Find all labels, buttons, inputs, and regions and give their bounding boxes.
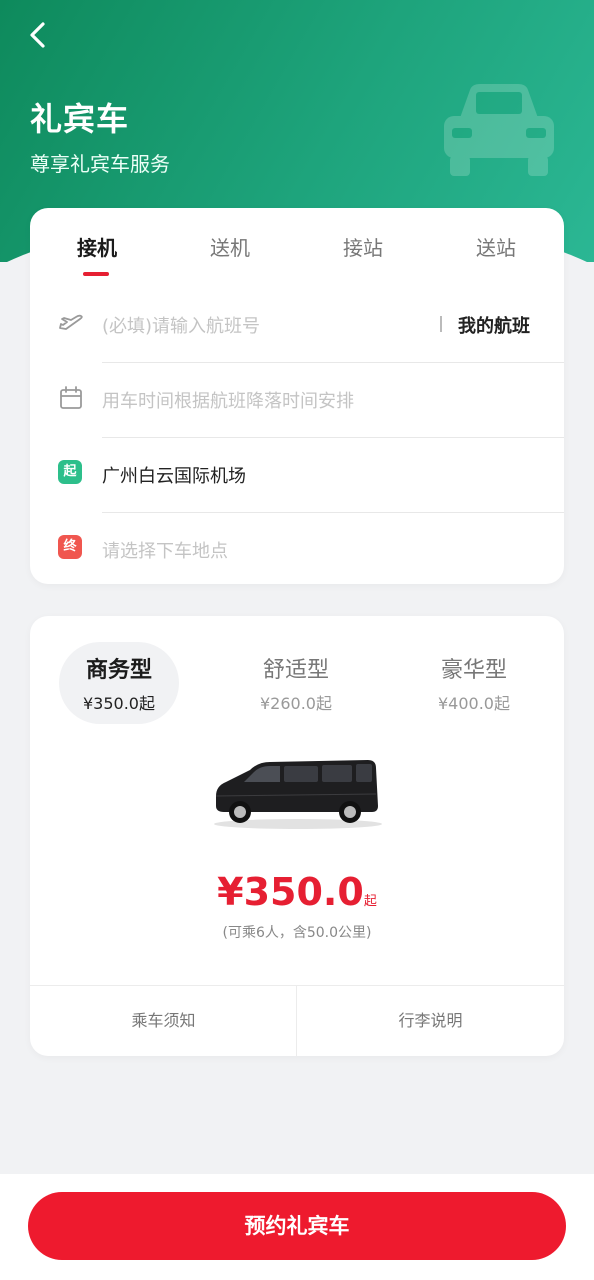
back-button[interactable] [22,18,56,52]
my-flight-button[interactable]: 我的航班 [458,312,530,338]
car-type-business[interactable]: 商务型 ¥350.0起 [59,642,179,724]
page-title: 礼宾车 [30,100,130,138]
car-type-price: ¥260.0起 [260,694,332,713]
flight-number-row[interactable]: (必填)请输入航班号 我的航班 [30,288,564,363]
end-badge-icon: 终 [58,535,82,559]
start-location-value[interactable]: 广州白云国际机场 [102,462,246,488]
tab-station-pickup[interactable]: 接站 [296,232,430,261]
end-location-input[interactable]: 请选择下车地点 [102,537,228,563]
start-badge-icon: 起 [58,460,82,484]
car-type-comfort[interactable]: 舒适型 ¥260.0起 [236,642,356,724]
calendar-icon [60,386,82,409]
start-location-row[interactable]: 起 广州白云国际机场 [30,438,564,513]
tab-bar: 接机 送机 接站 送站 [30,208,564,288]
car-type-price: ¥350.0起 [83,694,155,713]
luggage-info-link[interactable]: 行李说明 [297,986,564,1056]
ride-notice-link[interactable]: 乘车须知 [30,986,297,1056]
price-suffix: 起 [363,894,377,909]
car-icon [444,84,554,176]
tab-airport-dropoff[interactable]: 送机 [163,232,297,261]
pickup-time-row[interactable]: 用车时间根据航班降落时间安排 [30,363,564,438]
vehicle-card: 商务型 ¥350.0起 舒适型 ¥260.0起 豪华型 ¥400.0起 ¥350… [30,616,564,1056]
booking-form-card: 接机 送机 接站 送站 (必填)请输入航班号 我的航班 用车时间根据航班降落时间… [30,208,564,584]
selected-price: ¥350.0起 [30,870,564,914]
capacity-note: (可乘6人，含50.0公里) [222,925,372,941]
car-type-name: 商务型 [85,658,152,683]
tab-station-dropoff[interactable]: 送站 [429,232,563,261]
flight-number-input[interactable]: (必填)请输入航班号 [102,312,260,338]
end-location-row[interactable]: 终 请选择下车地点 [30,513,564,588]
tab-indicator [83,272,109,276]
page-subtitle: 尊享礼宾车服务 [30,152,170,176]
chevron-left-icon [30,22,45,48]
plane-icon [59,314,83,330]
price-amount: ¥350.0 [217,870,364,914]
book-limousine-button[interactable]: 预约礼宾车 [28,1192,566,1260]
separator [440,316,442,332]
car-type-luxury[interactable]: 豪华型 ¥400.0起 [414,642,534,724]
card-footer-links: 乘车须知 行李说明 [30,985,564,1056]
car-type-name: 豪华型 [440,658,507,683]
bottom-bar: 预约礼宾车 [0,1174,594,1280]
van-image [214,760,382,829]
car-type-name: 舒适型 [262,658,329,683]
car-type-price: ¥400.0起 [438,694,510,713]
tab-airport-pickup[interactable]: 接机 [30,232,164,261]
pickup-time-hint: 用车时间根据航班降落时间安排 [102,391,354,412]
